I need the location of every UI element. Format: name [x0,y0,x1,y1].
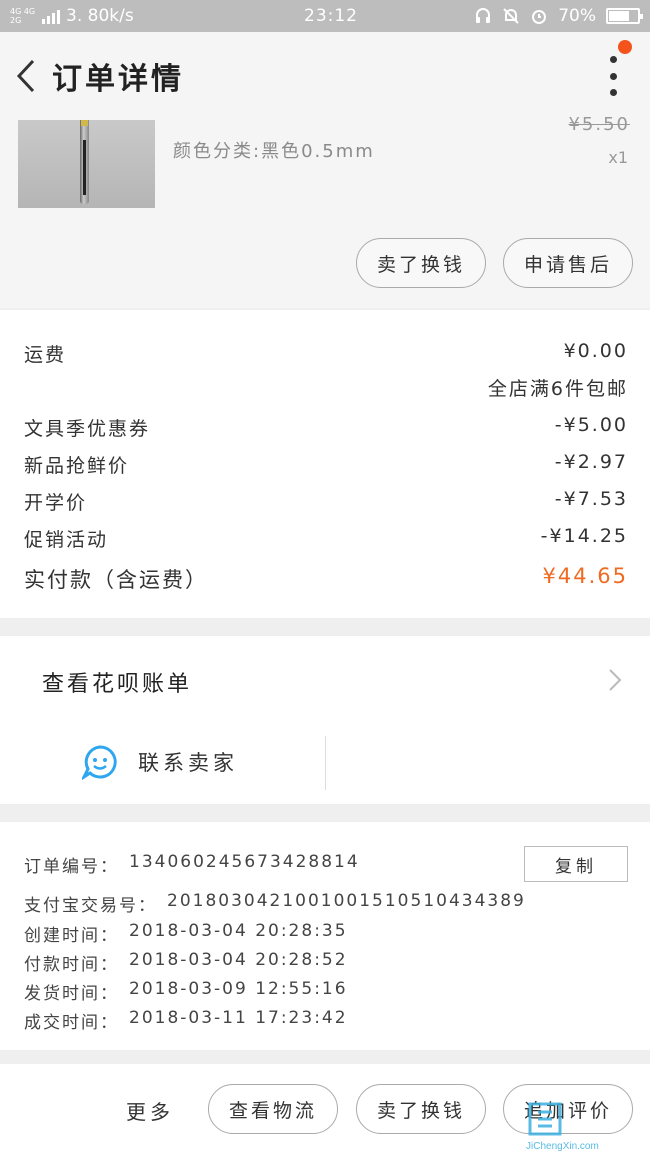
view-logistics-button[interactable]: 查看物流 [208,1084,338,1134]
school-price-label: 开学价 [24,492,88,514]
school-price-row: 开学价 -¥7.53 [24,488,628,515]
product-quantity: x1 [608,148,628,167]
huabei-section: 查看花呗账单 联系卖家 [0,636,650,804]
created-time-label: 创建时间： [24,926,119,946]
alipay-trade-value: 2018030421001001510510434389 [167,891,526,911]
shipped-time-row: 发货时间： 2018-03-09 12:55:16 [24,979,348,1004]
status-left: 4G 4G 2G 3. 80k/s [10,6,270,26]
shipped-time-label: 发货时间： [24,984,119,1004]
watermark-icon [528,1102,562,1136]
completed-time-row: 成交时间： 2018-03-11 17:23:42 [24,1008,348,1033]
chat-bubble-icon [82,745,117,780]
page-title: 订单详情 [52,62,184,97]
more-button[interactable]: 更多 [126,1096,174,1125]
copy-button[interactable]: 复制 [524,846,628,882]
network-speed: 3. 80k/s [66,6,134,26]
paid-time-row: 付款时间： 2018-03-04 20:28:52 [24,950,348,975]
order-info-section: 订单编号： 134060245673428814 复制 支付宝交易号： 2018… [0,822,650,1050]
shipped-time-value: 2018-03-09 12:55:16 [129,979,348,999]
shipping-label: 运费 [24,344,67,366]
total-value: ¥44.65 [542,564,628,588]
resell-bottom-button[interactable]: 卖了换钱 [356,1084,486,1134]
alipay-trade-label: 支付宝交易号： [24,896,157,916]
promo-row: 促销活动 -¥14.25 [24,525,628,552]
battery-fill [609,11,629,21]
order-number-row: 订单编号： 134060245673428814 [24,852,360,877]
headset-icon [476,8,491,23]
status-time: 23:12 [304,6,358,26]
new-product-value: -¥2.97 [554,451,628,473]
free-shipping-note: 全店满6件包邮 [487,378,628,400]
mute-bell-icon [503,8,519,24]
watermark-text: JiChengXin.com [526,1141,599,1152]
huabei-bill-link[interactable]: 查看花呗账单 [42,666,192,698]
contact-seller-label: 联系卖家 [138,751,238,775]
coupon-row: 文具季优惠券 -¥5.00 [24,414,628,441]
product-variant: 颜色分类:黑色0.5mm [173,141,375,162]
paid-time-label: 付款时间： [24,955,119,975]
resell-button[interactable]: 卖了换钱 [356,238,486,288]
total-row: 实付款（含运费） ¥44.65 [24,564,628,594]
new-product-label: 新品抢鲜价 [24,455,130,477]
divider [325,736,326,790]
chevron-right-icon[interactable] [608,668,622,692]
back-icon[interactable] [2,46,50,106]
alarm-icon [532,10,547,24]
coupon-value: -¥5.00 [554,414,628,436]
status-right: 70% [474,6,643,26]
original-price: ¥5.50 [568,114,630,135]
after-sale-button[interactable]: 申请售后 [503,238,633,288]
status-bar: 4G 4G 2G 3. 80k/s 23:12 70% [0,0,650,32]
promo-label: 促销活动 [24,529,109,551]
notification-dot [618,40,632,54]
battery-icon [606,8,643,24]
school-price-value: -¥7.53 [554,488,628,510]
price-breakdown: 运费 ¥0.00 全店满6件包邮 文具季优惠券 -¥5.00 新品抢鲜价 -¥2… [0,310,650,618]
created-time-row: 创建时间： 2018-03-04 20:28:35 [24,921,348,946]
completed-time-value: 2018-03-11 17:23:42 [129,1008,348,1028]
completed-time-label: 成交时间： [24,1013,119,1033]
paid-time-value: 2018-03-04 20:28:52 [129,950,348,970]
created-time-value: 2018-03-04 20:28:35 [129,921,348,941]
shipping-value: ¥0.00 [563,340,628,362]
signal-icon [42,8,60,24]
contact-seller-button[interactable]: 联系卖家 [82,744,238,780]
app-header: 订单详情 [0,32,650,120]
promo-value: -¥14.25 [540,525,628,547]
order-number-label: 订单编号： [24,857,119,877]
battery-percent: 70% [558,6,596,26]
alipay-trade-row: 支付宝交易号： 2018030421001001510510434389 [24,891,526,916]
product-thumbnail[interactable] [18,120,155,208]
more-vertical-icon[interactable] [606,56,620,96]
network-type: 4G 4G 2G [10,7,36,25]
coupon-label: 文具季优惠券 [24,418,151,440]
product-section: 颜色分类:黑色0.5mm ¥5.50 x1 卖了换钱 申请售后 [0,114,650,308]
watermark-logo: JiChengXin.com [526,1102,646,1152]
order-number-value: 134060245673428814 [129,852,360,872]
shipping-row: 运费 ¥0.00 [24,340,628,367]
new-product-row: 新品抢鲜价 -¥2.97 [24,451,628,478]
total-label: 实付款（含运费） [24,568,208,592]
